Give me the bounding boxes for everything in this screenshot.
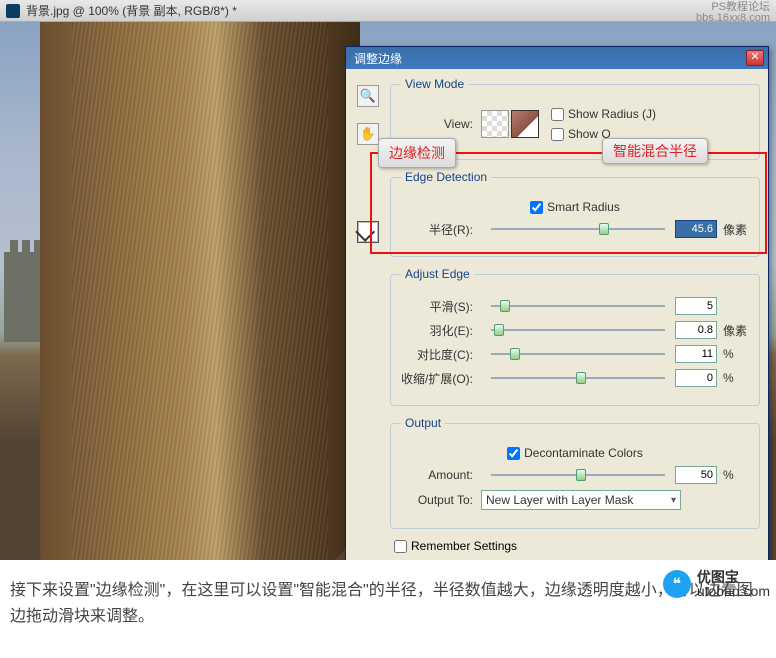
refine-edge-dialog: 调整边缘 ✕ 🔍 ✋ View Mode View: [345, 46, 769, 560]
contrast-slider[interactable] [491, 346, 665, 362]
bird-icon: ❝ [663, 570, 691, 598]
zoom-icon: 🔍 [360, 88, 376, 104]
annotation-edge-detect: 边缘检测 [378, 138, 456, 168]
view-label: View: [401, 117, 481, 131]
tutorial-caption: 接下来设置"边缘检测"，在这里可以设置"智能混合"的半径，半径数值越大，边缘透明… [0, 560, 776, 658]
output-group: Output Decontaminate Colors Amount: % [390, 416, 760, 529]
output-to-label: Output To: [401, 493, 481, 507]
ps-icon [6, 4, 20, 18]
watermark-top: PS教程论坛 bbs.16xx8.com [696, 2, 770, 24]
wm-url: utobao.com [697, 584, 770, 598]
shift-input[interactable] [675, 369, 717, 387]
shift-unit: % [723, 371, 749, 385]
document-title: 背景.jpg @ 100% (背景 副本, RGB/8*) * [26, 2, 237, 19]
show-radius-input[interactable] [551, 108, 564, 121]
chevron-down-icon: ▾ [671, 495, 676, 506]
dialog-titlebar[interactable]: 调整边缘 ✕ [346, 47, 768, 69]
decontaminate-input[interactable] [507, 447, 520, 460]
bg-hair [40, 22, 360, 560]
edge-detection-group: Edge Detection Smart Radius 半径(R): [390, 170, 760, 257]
radius-slider[interactable] [491, 221, 665, 237]
output-legend: Output [401, 416, 445, 430]
smooth-label: 平滑(S): [401, 298, 481, 315]
smart-radius-input[interactable] [530, 201, 543, 214]
amount-input[interactable] [675, 466, 717, 484]
view-mode-legend: View Mode [401, 77, 468, 91]
smooth-slider[interactable] [491, 298, 665, 314]
contrast-unit: % [723, 347, 749, 361]
amount-slider[interactable] [491, 467, 665, 483]
app-title-bar: 背景.jpg @ 100% (背景 副本, RGB/8*) * [0, 0, 776, 22]
feather-unit: 像素 [723, 322, 749, 339]
feather-slider[interactable] [491, 322, 665, 338]
radius-unit: 像素 [723, 221, 749, 238]
smart-radius-label: Smart Radius [547, 200, 620, 214]
smooth-input[interactable] [675, 297, 717, 315]
remember-settings-input[interactable] [394, 540, 407, 553]
view-thumbnails[interactable] [481, 110, 539, 138]
remember-settings-checkbox[interactable]: Remember Settings [394, 539, 760, 553]
radius-label: 半径(R): [401, 221, 481, 238]
hand-tool[interactable]: ✋ [357, 123, 379, 145]
output-to-select[interactable]: New Layer with Layer Mask ▾ [481, 490, 681, 510]
close-button[interactable]: ✕ [746, 50, 764, 66]
edge-detection-legend: Edge Detection [401, 170, 491, 184]
hand-icon: ✋ [360, 126, 376, 142]
contrast-input[interactable] [675, 345, 717, 363]
amount-label: Amount: [401, 468, 481, 482]
show-original-input[interactable] [551, 128, 564, 141]
feather-label: 羽化(E): [401, 322, 481, 339]
decontaminate-label: Decontaminate Colors [524, 446, 643, 460]
show-radius-label: Show Radius (J) [568, 107, 656, 121]
dialog-title-text: 调整边缘 [354, 50, 402, 67]
brush-icon [355, 222, 375, 242]
zoom-tool[interactable]: 🔍 [357, 85, 379, 107]
shift-slider[interactable] [491, 370, 665, 386]
smart-radius-checkbox[interactable]: Smart Radius [530, 200, 620, 214]
remember-settings-label: Remember Settings [411, 539, 517, 553]
canvas-area: 调整边缘 ✕ 🔍 ✋ View Mode View: [0, 22, 776, 560]
feather-input[interactable] [675, 321, 717, 339]
annotation-smart-mix: 智能混合半径 [602, 138, 708, 164]
output-to-value: New Layer with Layer Mask [486, 493, 633, 507]
radius-input[interactable] [675, 220, 717, 238]
wm-brand: 优图宝 [697, 570, 770, 584]
decontaminate-checkbox[interactable]: Decontaminate Colors [507, 446, 643, 460]
contrast-label: 对比度(C): [401, 346, 481, 363]
amount-unit: % [723, 468, 749, 482]
watermark-bottom: ❝ 优图宝 utobao.com [663, 570, 770, 598]
adjust-edge-group: Adjust Edge 平滑(S): 羽化(E): 像素 [390, 267, 760, 406]
refine-brush-tool[interactable] [357, 221, 379, 243]
view-thumb-2[interactable] [511, 110, 539, 138]
adjust-edge-legend: Adjust Edge [401, 267, 474, 281]
show-radius-checkbox[interactable]: Show Radius (J) [551, 107, 656, 121]
shift-label: 收缩/扩展(O): [401, 370, 481, 387]
view-thumb-1[interactable] [481, 110, 509, 138]
